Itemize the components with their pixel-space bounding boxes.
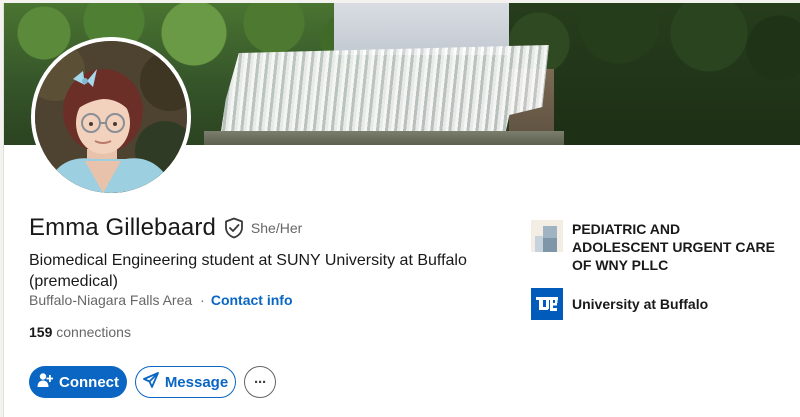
separator-dot: · xyxy=(200,292,205,308)
connections-label: connections xyxy=(52,324,131,340)
profile-name: Emma Gillebaard xyxy=(29,214,216,241)
pronouns: She/Her xyxy=(250,220,303,236)
experience-summary: PEDIATRIC AND ADOLESCENT URGENT CARE OF … xyxy=(531,220,791,320)
education-name: University at Buffalo xyxy=(572,296,709,312)
education-item[interactable]: University at Buffalo xyxy=(531,288,791,320)
verified-shield-icon[interactable] xyxy=(224,217,244,239)
connect-button[interactable]: Connect xyxy=(29,366,127,398)
building-placeholder-icon xyxy=(531,220,563,252)
more-horizontal-icon: ··· xyxy=(254,373,267,391)
message-label: Message xyxy=(164,373,229,391)
add-person-icon xyxy=(37,372,54,392)
send-icon xyxy=(142,372,159,392)
more-actions-button[interactable]: ··· xyxy=(244,366,276,398)
profile-photo[interactable] xyxy=(31,37,191,197)
profile-headline: Biomedical Engineering student at SUNY U… xyxy=(29,252,467,290)
contact-info-link[interactable]: Contact info xyxy=(211,292,293,308)
connections-number: 159 xyxy=(29,324,53,340)
connect-label: Connect xyxy=(59,373,119,391)
ub-logo-icon xyxy=(531,288,563,320)
experience-name: PEDIATRIC AND ADOLESCENT URGENT CARE OF … xyxy=(572,221,776,273)
connections-count: 159 connections xyxy=(29,324,131,340)
location: Buffalo-Niagara Falls Area xyxy=(29,292,193,308)
experience-item[interactable]: PEDIATRIC AND ADOLESCENT URGENT CARE OF … xyxy=(531,220,791,274)
message-button[interactable]: Message xyxy=(135,366,236,398)
profile-card: Emma Gillebaard She/Her Biomedical Engin… xyxy=(3,3,800,417)
